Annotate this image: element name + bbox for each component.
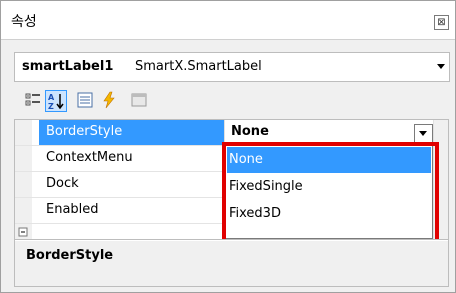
property-value[interactable]: None bbox=[231, 124, 269, 139]
property-name: Dock bbox=[46, 176, 79, 191]
object-name: smartLabel1 bbox=[22, 59, 114, 74]
close-icon: ⊠ bbox=[437, 17, 446, 28]
chevron-down-icon bbox=[419, 131, 427, 136]
property-name: ContextMenu bbox=[46, 150, 133, 165]
title-bar: 속성 ⊠ bbox=[1, 1, 455, 40]
svg-text:Z: Z bbox=[48, 102, 54, 111]
description-panel: BorderStyle bbox=[14, 239, 449, 287]
svg-text:A: A bbox=[48, 93, 55, 102]
property-pages-button[interactable] bbox=[129, 90, 149, 110]
row-gutter bbox=[15, 198, 32, 223]
events-button[interactable] bbox=[99, 90, 119, 110]
description-title: BorderStyle bbox=[26, 248, 114, 263]
properties-toolbar: A Z bbox=[14, 87, 448, 115]
property-pages-icon bbox=[131, 93, 147, 107]
chevron-down-icon bbox=[437, 64, 445, 69]
highlight-annotation-box bbox=[222, 142, 439, 245]
properties-button[interactable] bbox=[75, 90, 95, 110]
object-selector[interactable]: smartLabel1 SmartX.SmartLabel bbox=[14, 52, 450, 82]
alphabetical-sort-icon: A Z bbox=[48, 93, 64, 111]
expand-icon[interactable] bbox=[15, 224, 32, 240]
categorized-button[interactable] bbox=[23, 90, 43, 110]
value-dropdown-button[interactable] bbox=[414, 124, 433, 143]
row-gutter bbox=[15, 146, 32, 171]
description-divider bbox=[15, 240, 448, 241]
categorized-icon bbox=[25, 93, 40, 106]
property-name: BorderStyle bbox=[46, 124, 123, 139]
properties-icon bbox=[77, 92, 93, 108]
row-gutter bbox=[15, 120, 32, 145]
object-type: SmartX.SmartLabel bbox=[135, 59, 262, 74]
row-gutter bbox=[15, 172, 32, 197]
events-lightning-icon bbox=[103, 91, 115, 109]
properties-window: 속성 ⊠ smartLabel1 SmartX.SmartLabel A Z B… bbox=[0, 0, 456, 293]
property-name: Enabled bbox=[46, 202, 99, 217]
alphabetical-button[interactable]: A Z bbox=[45, 90, 67, 112]
close-button[interactable]: ⊠ bbox=[434, 15, 449, 30]
window-title: 속성 bbox=[11, 14, 37, 30]
